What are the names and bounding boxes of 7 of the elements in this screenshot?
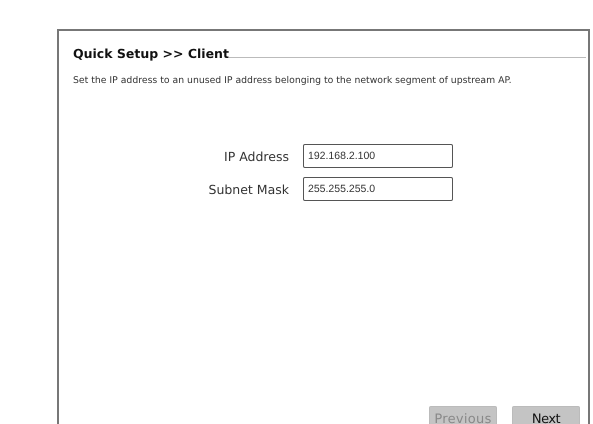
wizard-button[interactable]: Next bbox=[512, 406, 580, 424]
field-label: Subnet Mask bbox=[208, 182, 289, 196]
panel-title: Quick Setup >> Client bbox=[73, 46, 229, 61]
input-field[interactable]: 192.168.2.100 bbox=[303, 144, 453, 168]
field-label: IP Address bbox=[223, 148, 289, 164]
input-field[interactable]: 255.255.255.0 bbox=[303, 177, 453, 201]
description-text: Set the IP address to an unused IP address belonging to the network segment of upstream AP. bbox=[73, 75, 513, 86]
